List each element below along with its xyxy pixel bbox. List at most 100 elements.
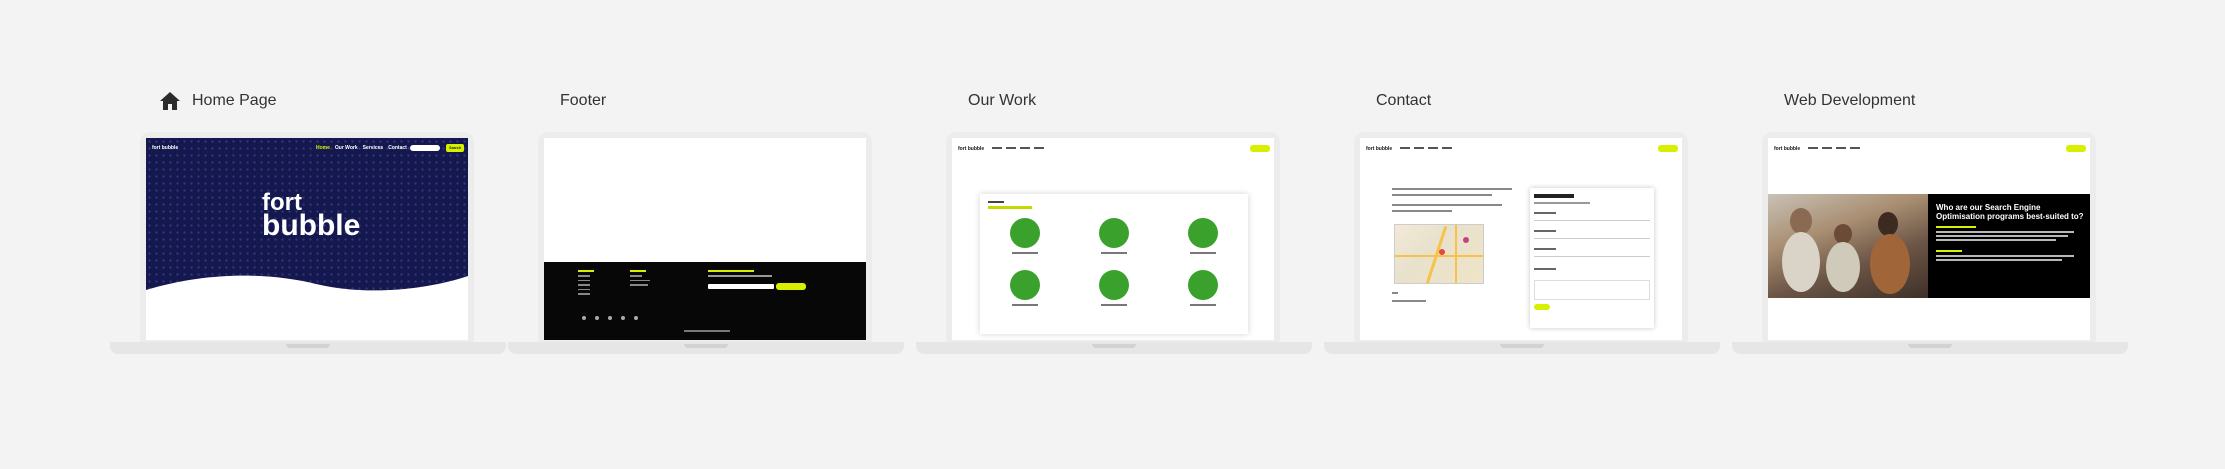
mini-nav-links bbox=[1808, 147, 1860, 149]
mini-navbar: fort bubble Home Our Work Services Conta… bbox=[146, 144, 468, 154]
hero-logo: fort bubble bbox=[262, 190, 361, 243]
mini-logo: fort bubble bbox=[152, 145, 179, 151]
form-label bbox=[1534, 212, 1556, 214]
mini-logo: fort bubble bbox=[1366, 146, 1393, 152]
home-icon bbox=[160, 92, 180, 110]
band-text-line bbox=[1936, 259, 2062, 261]
mini-navbar: fort bubble bbox=[1360, 144, 1682, 154]
mini-search-button: Search bbox=[446, 144, 464, 152]
laptop-lid: fort bubble Who are our Search Engine Op… bbox=[1762, 132, 2096, 342]
band-heading: Who are our Search Engine Optimisation p… bbox=[1936, 203, 2084, 221]
client-label bbox=[1012, 304, 1038, 306]
client-logo-circle bbox=[1010, 270, 1040, 300]
preview-card-web-development[interactable]: Web Development fort bubble Who are our … bbox=[1732, 80, 2128, 360]
client-logo-circle bbox=[1010, 218, 1040, 248]
client-logo-circle bbox=[1099, 270, 1129, 300]
mini-nav-services: Services bbox=[362, 145, 384, 151]
laptop-base bbox=[916, 342, 1312, 354]
laptop-lid bbox=[538, 132, 872, 342]
contact-text-line bbox=[1392, 210, 1452, 212]
social-icons bbox=[582, 316, 638, 320]
laptop-base bbox=[110, 342, 506, 354]
hero-wave bbox=[146, 275, 468, 340]
card-title-home: Home Page bbox=[158, 86, 277, 116]
laptop-base bbox=[1324, 342, 1720, 354]
mini-contact-button bbox=[1250, 145, 1270, 152]
preview-card-footer[interactable]: Footer bbox=[508, 80, 904, 360]
mini-nav-links: Home Our Work Services Contact bbox=[316, 145, 407, 151]
card-title-label: Our Work bbox=[968, 92, 1037, 109]
laptop-screen bbox=[544, 138, 866, 340]
card-title-label: Contact bbox=[1376, 92, 1432, 109]
location-map bbox=[1394, 224, 1484, 284]
social-icon bbox=[582, 316, 586, 320]
newsletter-button bbox=[776, 283, 806, 290]
footer-column bbox=[630, 270, 650, 286]
mini-nav-links bbox=[1400, 147, 1452, 149]
map-pin-icon bbox=[1463, 237, 1469, 243]
laptop-frame: fort bubble Home Our Work Services Conta… bbox=[110, 132, 506, 354]
band-text-line bbox=[1936, 239, 2056, 241]
preview-card-contact[interactable]: Contact fort bubble bbox=[1324, 80, 1720, 360]
contact-text-line bbox=[1392, 292, 1398, 294]
newsletter-subtitle bbox=[708, 275, 772, 277]
mini-nav-links bbox=[992, 147, 1044, 149]
client-label bbox=[1012, 252, 1038, 254]
section-heading bbox=[988, 206, 1032, 209]
form-submit-button bbox=[1534, 304, 1550, 310]
laptop-lid: fort bubble bbox=[1354, 132, 1688, 342]
card-title-contact: Contact bbox=[1376, 86, 1431, 116]
laptop-lid: fort bubble Home Our Work Services Conta… bbox=[140, 132, 474, 342]
client-label bbox=[1190, 252, 1216, 254]
mini-contact-button bbox=[2066, 145, 2086, 152]
laptop-frame: fort bubble Who are our Search Engine Op… bbox=[1732, 132, 2128, 354]
seo-feature-band: Who are our Search Engine Optimisation p… bbox=[1768, 194, 2090, 298]
client-label bbox=[1101, 304, 1127, 306]
laptop-lid: fort bubble bbox=[946, 132, 1280, 342]
card-title-footer: Footer bbox=[560, 86, 606, 116]
contact-text-line bbox=[1392, 300, 1426, 302]
mini-navbar: fort bubble bbox=[952, 144, 1274, 154]
mini-nav-our-work: Our Work bbox=[334, 145, 358, 151]
form-heading bbox=[1534, 194, 1574, 198]
mini-logo: fort bubble bbox=[1774, 146, 1801, 152]
laptop-base bbox=[1732, 342, 2128, 354]
form-label bbox=[1534, 230, 1556, 232]
form-input bbox=[1534, 216, 1650, 221]
hero-logo-line2: bubble bbox=[262, 209, 361, 243]
contact-form-card bbox=[1530, 188, 1654, 328]
client-logo-circle bbox=[1188, 270, 1218, 300]
mini-search-input bbox=[410, 145, 440, 151]
card-title-label: Home Page bbox=[192, 92, 277, 109]
newsletter-title bbox=[708, 270, 754, 272]
laptop-base bbox=[508, 342, 904, 354]
preview-card-our-work[interactable]: Our Work fort bubble bbox=[916, 80, 1312, 360]
team-photo bbox=[1768, 194, 1928, 298]
preview-card-home[interactable]: Home Page fort bubble Home Our Work Serv… bbox=[110, 80, 506, 360]
form-textarea bbox=[1534, 280, 1650, 300]
form-subheading bbox=[1534, 202, 1590, 204]
band-text-line bbox=[1936, 231, 2074, 233]
band-subheading bbox=[1936, 226, 1976, 228]
hero-section: fort bubble Home Our Work Services Conta… bbox=[146, 138, 468, 340]
footer-column bbox=[578, 270, 594, 295]
laptop-frame: fort bubble bbox=[1324, 132, 1720, 354]
laptop-frame: fort bubble bbox=[916, 132, 1312, 354]
form-label bbox=[1534, 248, 1556, 250]
card-title-label: Footer bbox=[560, 92, 607, 109]
band-text-line bbox=[1936, 255, 2074, 257]
social-icon bbox=[608, 316, 612, 320]
client-logo-circle bbox=[1099, 218, 1129, 248]
laptop-screen: fort bubble Who are our Search Engine Op… bbox=[1768, 138, 2090, 340]
mini-logo: fort bubble bbox=[958, 146, 985, 152]
band-text-line bbox=[1936, 235, 2068, 237]
contact-text-line bbox=[1392, 204, 1502, 206]
social-icon bbox=[595, 316, 599, 320]
card-title-web-development: Web Development bbox=[1784, 86, 1915, 116]
laptop-frame bbox=[508, 132, 904, 354]
form-label bbox=[1534, 268, 1556, 270]
social-icon bbox=[634, 316, 638, 320]
mini-nav-contact: Contact bbox=[388, 145, 407, 151]
contact-text-line bbox=[1392, 194, 1492, 196]
band-subheading bbox=[1936, 250, 1962, 252]
